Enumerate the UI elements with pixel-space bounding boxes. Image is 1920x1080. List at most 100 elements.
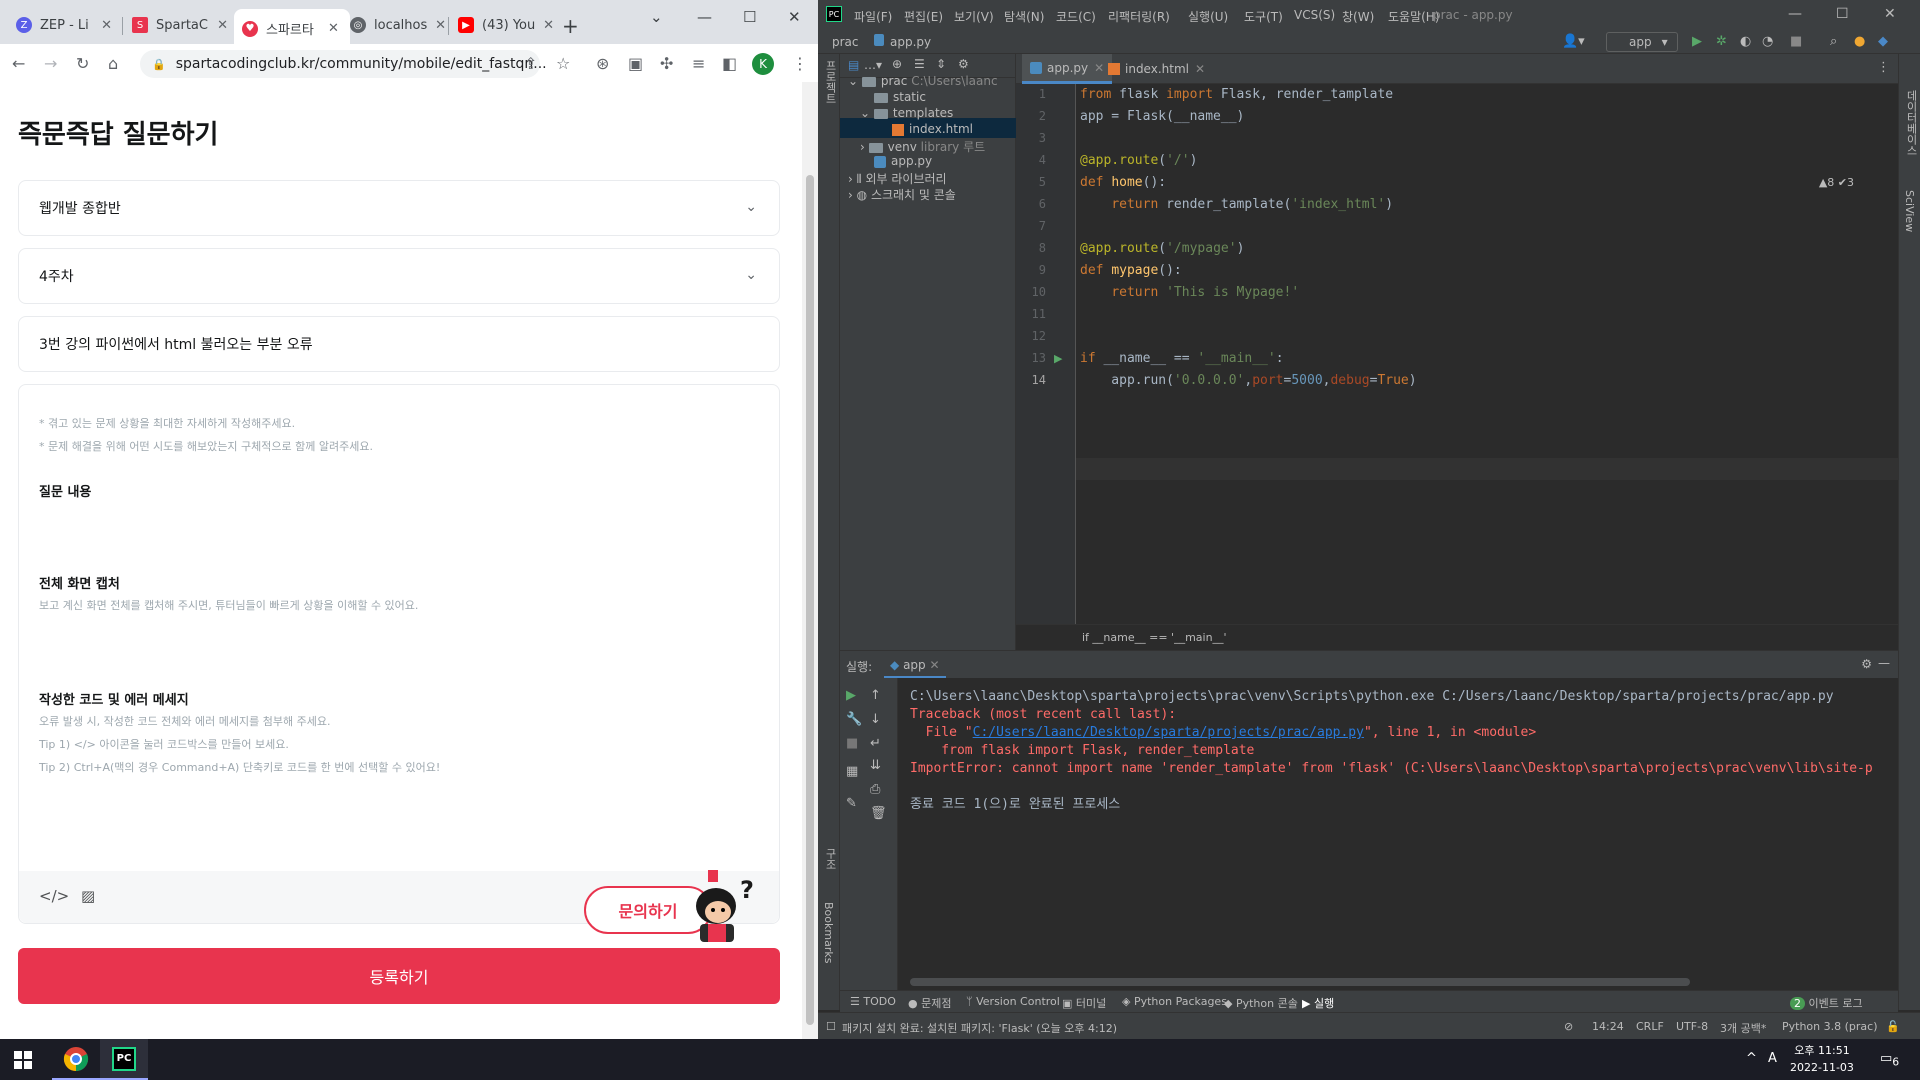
inspection-icon[interactable]: ⊘ xyxy=(1564,1020,1573,1033)
question-editor[interactable]: * 겪고 있는 문제 상황을 최대한 자세하게 작성해주세요. * 문제 해결을… xyxy=(18,384,780,924)
reload-icon[interactable]: ↻ xyxy=(76,54,89,73)
stop-icon[interactable]: ■ xyxy=(846,736,858,751)
ide-logo-icon[interactable]: ◆ xyxy=(1878,34,1888,49)
profile-icon[interactable]: ◔ xyxy=(1762,34,1773,49)
debug-icon[interactable]: ✲ xyxy=(1716,34,1727,49)
tab-zep[interactable]: Z ZEP - Li ✕ xyxy=(8,9,120,41)
tree-item-templates[interactable]: ⌄ templates xyxy=(860,106,953,120)
share-icon[interactable]: ⇪ xyxy=(524,54,537,73)
tree-item-static[interactable]: static xyxy=(874,90,926,104)
hide-icon[interactable]: — xyxy=(1878,656,1890,670)
taskbar-pycharm[interactable]: PC xyxy=(100,1039,148,1080)
tab-youtube[interactable]: ▶ (43) You ✕ xyxy=(450,9,562,41)
bookmarks-tool-button[interactable]: Bookmarks xyxy=(822,902,835,963)
taskbar-clock[interactable]: 오후 11:51 2022-11-03 xyxy=(1790,1042,1854,1076)
tab-localhost[interactable]: ◎ localhos ✕ xyxy=(342,9,454,41)
rerun-icon[interactable]: ▶ xyxy=(846,688,856,703)
page-scrollbar[interactable] xyxy=(802,82,818,1039)
menu-navigate[interactable]: 탐색(N) xyxy=(1004,8,1044,25)
tree-item-scratches[interactable]: › ◍ 스크래치 및 콘솔 xyxy=(848,186,956,203)
todo-tool-button[interactable]: ☰ TODO xyxy=(850,995,896,1008)
maximize-icon[interactable]: ☐ xyxy=(1836,6,1849,22)
file-link[interactable]: C:/Users/laanc/Desktop/sparta/projects/p… xyxy=(973,725,1364,740)
update-icon[interactable]: ● xyxy=(1854,34,1865,49)
code-block-icon[interactable]: </> xyxy=(39,887,69,905)
close-icon[interactable]: ✕ xyxy=(217,18,228,33)
course-select[interactable]: 웹개발 종합반 ⌄ xyxy=(18,180,780,236)
breadcrumb-project[interactable]: prac xyxy=(832,35,859,49)
layout-icon[interactable]: ▦ xyxy=(846,764,858,779)
close-icon[interactable]: ✕ xyxy=(101,18,112,33)
soft-wrap-icon[interactable]: ↵ xyxy=(870,736,881,751)
user-icon[interactable]: 👤▾ xyxy=(1562,34,1585,49)
close-icon[interactable]: ✕ xyxy=(435,18,446,33)
project-view-icon[interactable]: ▤ xyxy=(848,58,859,72)
scrollbar-thumb[interactable] xyxy=(806,175,814,1025)
caret-position[interactable]: 14:24 xyxy=(1592,1020,1624,1033)
address-bar[interactable]: 🔒 spartacodingclub.kr/community/mobile/e… xyxy=(140,50,547,78)
menu-refactor[interactable]: 리팩터링(R) xyxy=(1108,8,1170,25)
tab-search-icon[interactable]: ⌄ xyxy=(650,8,663,26)
pin-icon[interactable]: ✎ xyxy=(846,796,857,811)
packages-tool-button[interactable]: ◈ Python Packages xyxy=(1122,995,1227,1008)
gear-icon[interactable]: ⚙ xyxy=(958,57,969,71)
structure-tool-button[interactable]: 구조 xyxy=(822,848,838,870)
menu-vcs[interactable]: VCS(S) xyxy=(1294,8,1335,22)
run-tab[interactable]: ◆ app ✕ xyxy=(884,651,946,679)
extension-icon[interactable]: ⊛ xyxy=(596,54,609,73)
scroll-down-icon[interactable]: ↓ xyxy=(870,712,881,727)
tree-item-index-html[interactable]: index.html xyxy=(892,122,973,136)
maximize-icon[interactable]: ☐ xyxy=(743,8,756,26)
tree-item-venv[interactable]: › venv library 루트 xyxy=(860,138,985,155)
menu-file[interactable]: 파일(F) xyxy=(854,8,892,25)
tab-sparta-active[interactable]: ♥ 스파르타 ✕ xyxy=(234,9,350,48)
breadcrumb-file[interactable]: app.py xyxy=(890,35,931,49)
editor-tab-index-html[interactable]: index.html ✕ xyxy=(1100,54,1213,84)
close-icon[interactable]: ✕ xyxy=(929,658,939,672)
ask-button[interactable]: 문의하기 xyxy=(584,886,712,934)
run-config-select[interactable]: app ▾ xyxy=(1606,32,1678,52)
new-tab-button[interactable]: + xyxy=(562,14,579,38)
close-window-icon[interactable]: ✕ xyxy=(1884,6,1896,22)
gear-icon[interactable]: ⚙ xyxy=(1861,657,1872,671)
menu-tools[interactable]: 도구(T) xyxy=(1244,8,1283,25)
trash-icon[interactable]: 🗑 xyxy=(870,806,887,821)
bookmark-star-icon[interactable]: ☆ xyxy=(556,54,570,73)
editor-tab-app-py[interactable]: app.py ✕ xyxy=(1022,54,1113,84)
submit-button[interactable]: 등록하기 xyxy=(18,948,780,1004)
menu-run[interactable]: 실행(U) xyxy=(1188,8,1228,25)
line-separator[interactable]: CRLF xyxy=(1636,1020,1664,1033)
menu-window[interactable]: 창(W) xyxy=(1342,8,1374,25)
scroll-to-end-icon[interactable]: ⇊ xyxy=(870,758,881,773)
ime-indicator[interactable]: A xyxy=(1768,1051,1777,1066)
indent-setting[interactable]: 3개 공백* xyxy=(1720,1020,1766,1036)
menu-edit[interactable]: 편집(E) xyxy=(904,8,943,25)
expand-all-icon[interactable]: ☰ xyxy=(914,57,925,71)
close-icon[interactable]: ✕ xyxy=(328,21,339,36)
week-select[interactable]: 4주차 ⌄ xyxy=(18,248,780,304)
question-title-input[interactable]: 3번 강의 파이썬에서 html 불러오는 부분 오류 xyxy=(18,316,780,372)
tree-item-external-libs[interactable]: › ⫴ 외부 라이브러리 xyxy=(848,170,947,187)
inspection-widget[interactable]: ▲8 ✔3 xyxy=(1819,176,1854,189)
coverage-icon[interactable]: ◐ xyxy=(1740,34,1751,49)
console-scrollbar[interactable] xyxy=(910,978,1690,986)
database-tool-button[interactable]: 데이터베이스 xyxy=(1903,90,1919,156)
run-icon[interactable]: ▶ xyxy=(1692,34,1702,49)
close-icon[interactable]: ✕ xyxy=(1195,62,1205,76)
locate-icon[interactable]: ⊕ xyxy=(892,57,902,71)
stop-icon[interactable]: ■ xyxy=(1790,34,1802,49)
search-icon[interactable]: ⌕ xyxy=(1830,34,1837,49)
collapse-all-icon[interactable]: ⇕ xyxy=(936,57,946,71)
close-icon[interactable]: ✕ xyxy=(543,18,554,33)
chevron-down-icon[interactable]: …▾ xyxy=(864,58,882,72)
file-encoding[interactable]: UTF-8 xyxy=(1676,1020,1708,1033)
status-message[interactable]: 패키지 설치 완료: 설치된 패키지: 'Flask' (오늘 오후 4:12) xyxy=(842,1020,1117,1036)
python-interpreter[interactable]: Python 3.8 (prac) xyxy=(1782,1020,1878,1033)
run-tool-button[interactable]: ▶ 실행 xyxy=(1302,995,1334,1011)
vcs-tool-button[interactable]: ᛘ Version Control xyxy=(966,995,1060,1008)
run-console[interactable]: C:\Users\laanc\Desktop\sparta\projects\p… xyxy=(898,678,1898,990)
code-editor[interactable]: from flask import Flask, render_tamplate… xyxy=(1076,84,1898,624)
menu-view[interactable]: 보기(V) xyxy=(954,8,994,25)
menu-code[interactable]: 코드(C) xyxy=(1056,8,1096,25)
side-panel-icon[interactable]: ◧ xyxy=(722,54,737,73)
